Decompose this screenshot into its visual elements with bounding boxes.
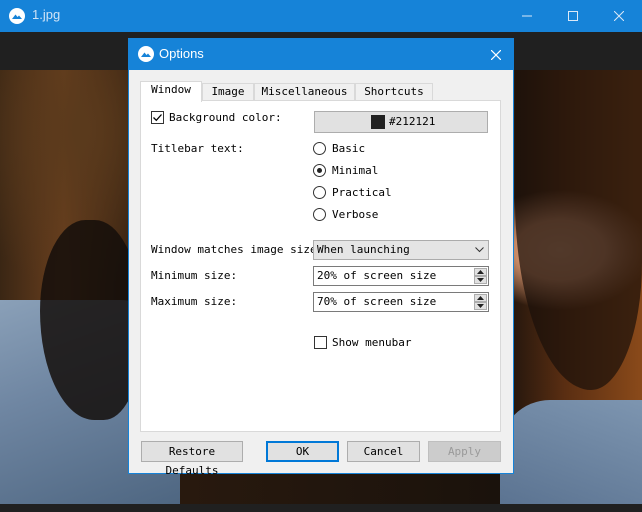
background-color-checkbox[interactable]: [151, 111, 164, 124]
main-titlebar: 1.jpg: [0, 0, 642, 32]
radio-verbose[interactable]: [313, 208, 326, 221]
dialog-titlebar: Options: [129, 39, 513, 70]
app-icon: [9, 8, 25, 24]
minimum-size-label: Minimum size:: [151, 269, 238, 282]
ok-button[interactable]: OK: [266, 441, 339, 462]
radio-practical[interactable]: [313, 186, 326, 199]
window-title: 1.jpg: [32, 7, 61, 22]
close-button[interactable]: [596, 0, 642, 32]
app-icon: [138, 46, 154, 62]
spin-up-button[interactable]: [474, 268, 487, 276]
show-menubar-label: Show menubar: [332, 336, 412, 349]
spin-up-button[interactable]: [474, 294, 487, 302]
maximize-icon: [568, 11, 578, 21]
maximum-size-label: Maximum size:: [151, 295, 238, 308]
maximize-button[interactable]: [550, 0, 596, 32]
minimize-icon: [522, 15, 532, 17]
radio-minimal[interactable]: [313, 164, 326, 177]
radio-verbose-label: Verbose: [332, 208, 379, 221]
color-swatch: [371, 115, 385, 129]
radio-minimal-label: Minimal: [332, 164, 379, 177]
spin-down-button[interactable]: [474, 276, 487, 284]
radio-basic[interactable]: [313, 142, 326, 155]
spin-up-icon: [477, 296, 484, 300]
background-color-button[interactable]: #212121: [314, 111, 488, 133]
radio-basic-label: Basic: [332, 142, 366, 155]
maximum-size-spinbox[interactable]: 70% of screen size: [313, 292, 489, 312]
tab-shortcuts[interactable]: Shortcuts: [355, 83, 433, 101]
chevron-down-icon: [475, 247, 484, 253]
tab-image[interactable]: Image: [202, 83, 254, 101]
close-icon: [491, 49, 501, 60]
minimum-size-value: 20% of screen size: [317, 269, 437, 282]
window-matches-value: When launching: [317, 243, 410, 256]
restore-defaults-button[interactable]: Restore Defaults: [141, 441, 243, 477]
apply-button[interactable]: Apply: [428, 441, 501, 462]
show-menubar-checkbox[interactable]: [314, 336, 327, 349]
maximum-size-value: 70% of screen size: [317, 295, 437, 308]
close-icon: [614, 11, 624, 21]
spin-down-button[interactable]: [474, 302, 487, 310]
spin-down-icon: [477, 278, 484, 282]
spin-down-icon: [477, 304, 484, 308]
titlebar-text-label: Titlebar text:: [151, 142, 244, 155]
cancel-button[interactable]: Cancel: [347, 441, 420, 462]
dialog-close-button[interactable]: [479, 39, 513, 70]
radio-practical-label: Practical: [332, 186, 392, 199]
window-matches-select[interactable]: When launching: [313, 240, 489, 260]
minimum-size-spinbox[interactable]: 20% of screen size: [313, 266, 489, 286]
spin-up-icon: [477, 270, 484, 274]
tab-miscellaneous[interactable]: Miscellaneous: [254, 83, 355, 101]
window-matches-label: Window matches image size:: [151, 243, 324, 256]
tab-panel-window: Background color: #212121 Titlebar text:…: [140, 100, 501, 432]
minimize-button[interactable]: [504, 0, 550, 32]
checkmark-icon: [153, 114, 162, 122]
options-dialog: Options Window Image Miscellaneous Short…: [128, 38, 514, 477]
color-value: #212121: [389, 115, 436, 128]
background-color-label: Background color:: [169, 111, 282, 124]
tab-window[interactable]: Window: [140, 81, 202, 102]
dialog-title: Options: [159, 46, 204, 61]
